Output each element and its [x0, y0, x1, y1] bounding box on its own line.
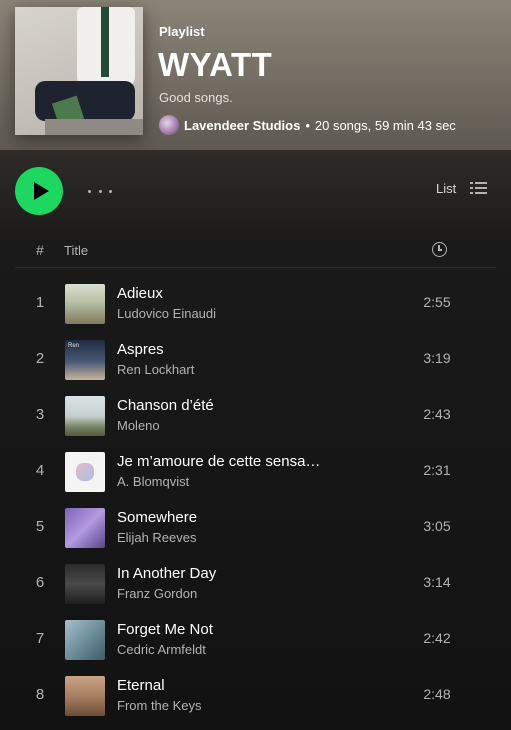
owner-avatar[interactable] [159, 115, 179, 135]
track-artist[interactable]: Elijah Reeves [117, 530, 197, 545]
track-title[interactable]: Je m’amoure de cette sensa… [117, 453, 320, 470]
track-number: 5 [35, 518, 45, 535]
track-album-art [65, 620, 105, 660]
track-number: 4 [35, 462, 45, 479]
track-artist[interactable]: Cedric Armfeldt [117, 642, 206, 657]
track-number: 3 [35, 406, 45, 423]
track-title[interactable]: Forget Me Not [117, 621, 213, 638]
track-row[interactable]: 1 Adieux Ludovico Einaudi 2:55 [15, 276, 496, 332]
playlist-stats: 20 songs, 59 min 43 sec [314, 117, 456, 133]
more-options-icon [88, 189, 91, 193]
track-number: 8 [35, 686, 45, 703]
tracklist-column-header: # Title [15, 238, 496, 268]
view-mode-label: List [436, 181, 457, 196]
column-number-header[interactable]: # [36, 242, 44, 258]
track-album-art [65, 564, 105, 604]
track-duration: 2:43 [423, 406, 451, 422]
playlist-description: Good songs. [159, 90, 233, 105]
track-title[interactable]: Chanson d’été [117, 397, 214, 414]
cover-chair-shape [45, 119, 143, 135]
cover-tie-shape [101, 7, 109, 77]
playlist-type-label: Playlist [159, 24, 205, 39]
track-row[interactable]: 5 Somewhere Elijah Reeves 3:05 [15, 500, 496, 556]
track-number: 7 [35, 630, 45, 647]
track-album-art [65, 452, 105, 492]
track-row[interactable]: 8 Eternal From the Keys 2:48 [15, 668, 496, 724]
track-duration: 2:55 [423, 294, 451, 310]
list-view-icon [470, 181, 488, 196]
track-artist[interactable]: A. Blomqvist [117, 474, 189, 489]
track-title[interactable]: Eternal [117, 677, 165, 694]
cover-legs-shape [35, 81, 135, 121]
track-artist[interactable]: Ren Lockhart [117, 362, 194, 377]
track-duration: 3:05 [423, 518, 451, 534]
playlist-meta: Lavendeer Studios • 20 songs, 59 min 43 … [159, 115, 456, 135]
track-artist[interactable]: Franz Gordon [117, 586, 197, 601]
column-title-header[interactable]: Title [64, 243, 88, 258]
track-row[interactable]: 4 Je m’amoure de cette sensa… A. Blomqvi… [15, 444, 496, 500]
track-row[interactable]: 3 Chanson d’été Moleno 2:43 [15, 388, 496, 444]
track-artist[interactable]: Moleno [117, 418, 160, 433]
track-duration: 2:48 [423, 686, 451, 702]
more-options-button[interactable] [88, 182, 112, 200]
track-duration: 2:31 [423, 462, 451, 478]
track-artist[interactable]: Ludovico Einaudi [117, 306, 216, 321]
track-number: 6 [35, 574, 45, 591]
track-title[interactable]: Aspres [117, 341, 164, 358]
meta-separator: • [305, 117, 310, 133]
track-album-art [65, 676, 105, 716]
track-duration: 3:14 [423, 574, 451, 590]
track-row[interactable]: 6 In Another Day Franz Gordon 3:14 [15, 556, 496, 612]
track-album-art [65, 396, 105, 436]
clock-icon[interactable] [432, 242, 447, 257]
play-button[interactable] [15, 167, 63, 215]
track-duration: 2:42 [423, 630, 451, 646]
track-title[interactable]: In Another Day [117, 565, 216, 582]
track-row[interactable]: 7 Forget Me Not Cedric Armfeldt 2:42 [15, 612, 496, 668]
track-duration: 3:19 [423, 350, 451, 366]
view-mode-toggle[interactable]: List [436, 181, 488, 196]
track-row[interactable]: 2 Ren Aspres Ren Lockhart 3:19 [15, 332, 496, 388]
track-album-art [65, 284, 105, 324]
track-number: 1 [35, 294, 45, 311]
action-bar [0, 150, 511, 235]
owner-name-link[interactable]: Lavendeer Studios [184, 118, 300, 133]
playlist-title[interactable]: WYATT [158, 46, 272, 84]
playlist-cover-image[interactable] [15, 7, 143, 135]
play-icon [33, 182, 49, 200]
track-title[interactable]: Somewhere [117, 509, 197, 526]
track-title[interactable]: Adieux [117, 285, 163, 302]
track-album-art: Ren [65, 340, 105, 380]
track-album-art [65, 508, 105, 548]
album-art-text: Ren [68, 343, 80, 349]
track-artist[interactable]: From the Keys [117, 698, 202, 713]
track-number: 2 [35, 350, 45, 367]
